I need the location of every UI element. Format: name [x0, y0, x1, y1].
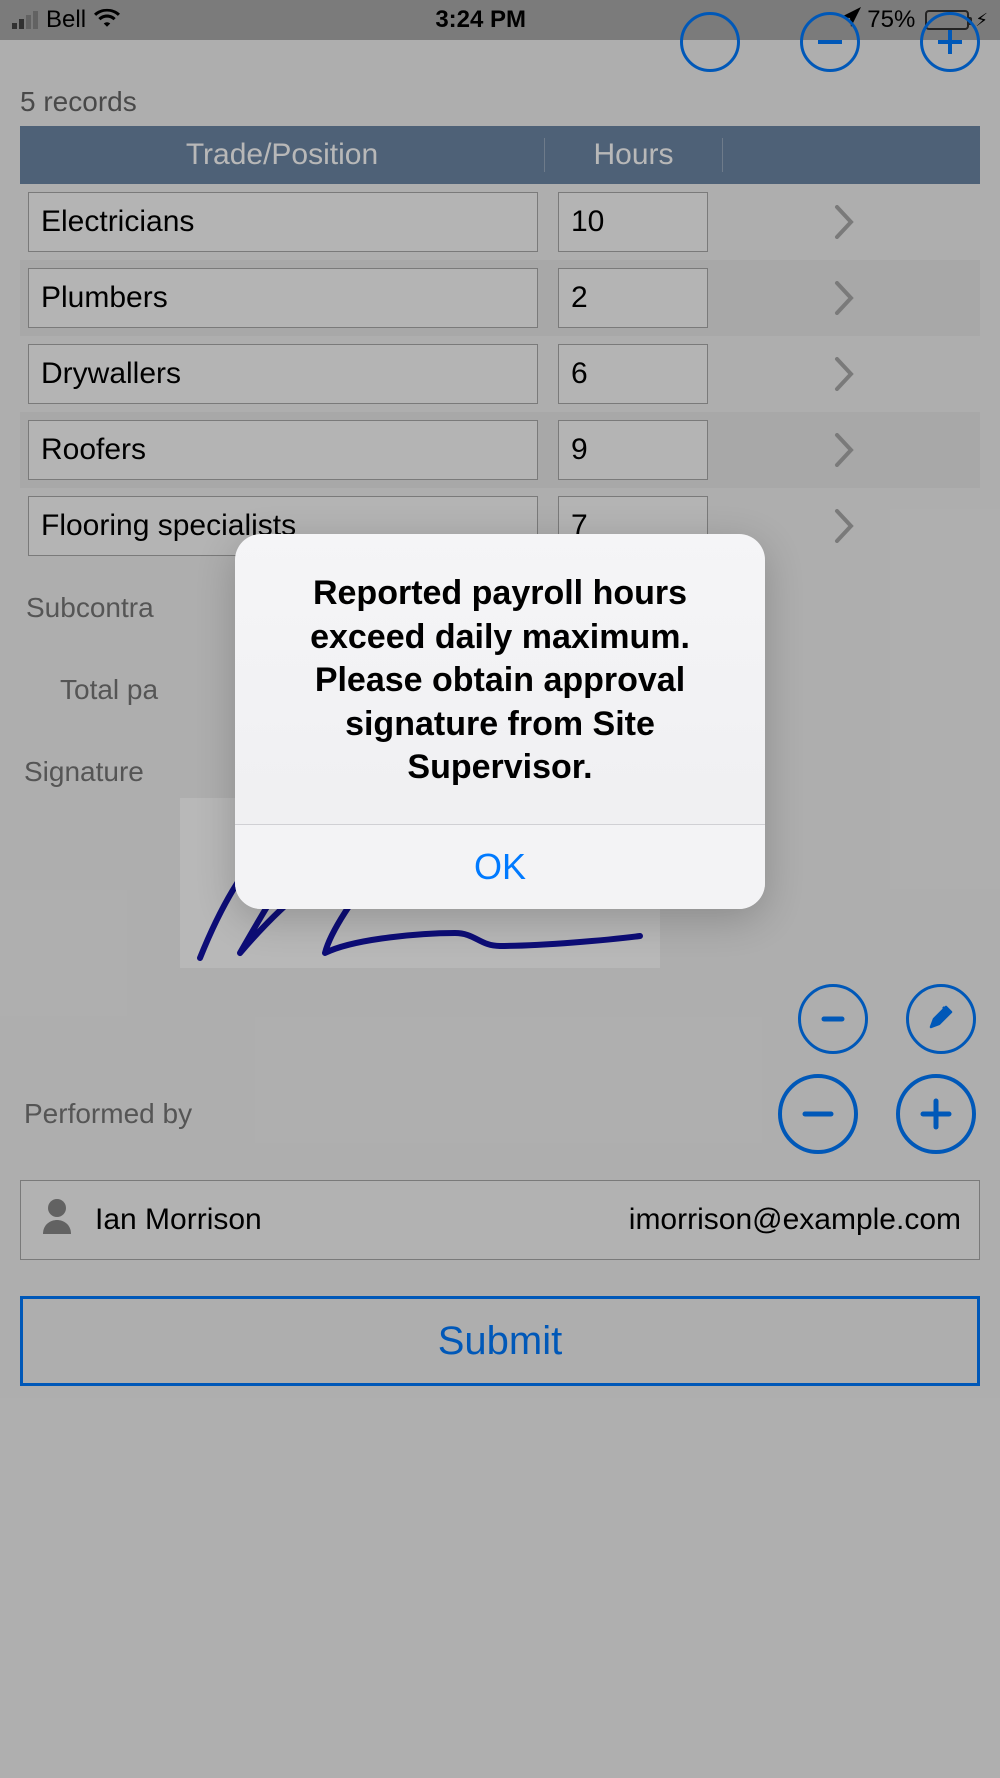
- alert-dialog: Reported payroll hours exceed daily maxi…: [235, 534, 765, 909]
- alert-ok-button[interactable]: OK: [235, 825, 765, 909]
- modal-overlay: Reported payroll hours exceed daily maxi…: [0, 0, 1000, 1778]
- alert-message: Reported payroll hours exceed daily maxi…: [235, 534, 765, 824]
